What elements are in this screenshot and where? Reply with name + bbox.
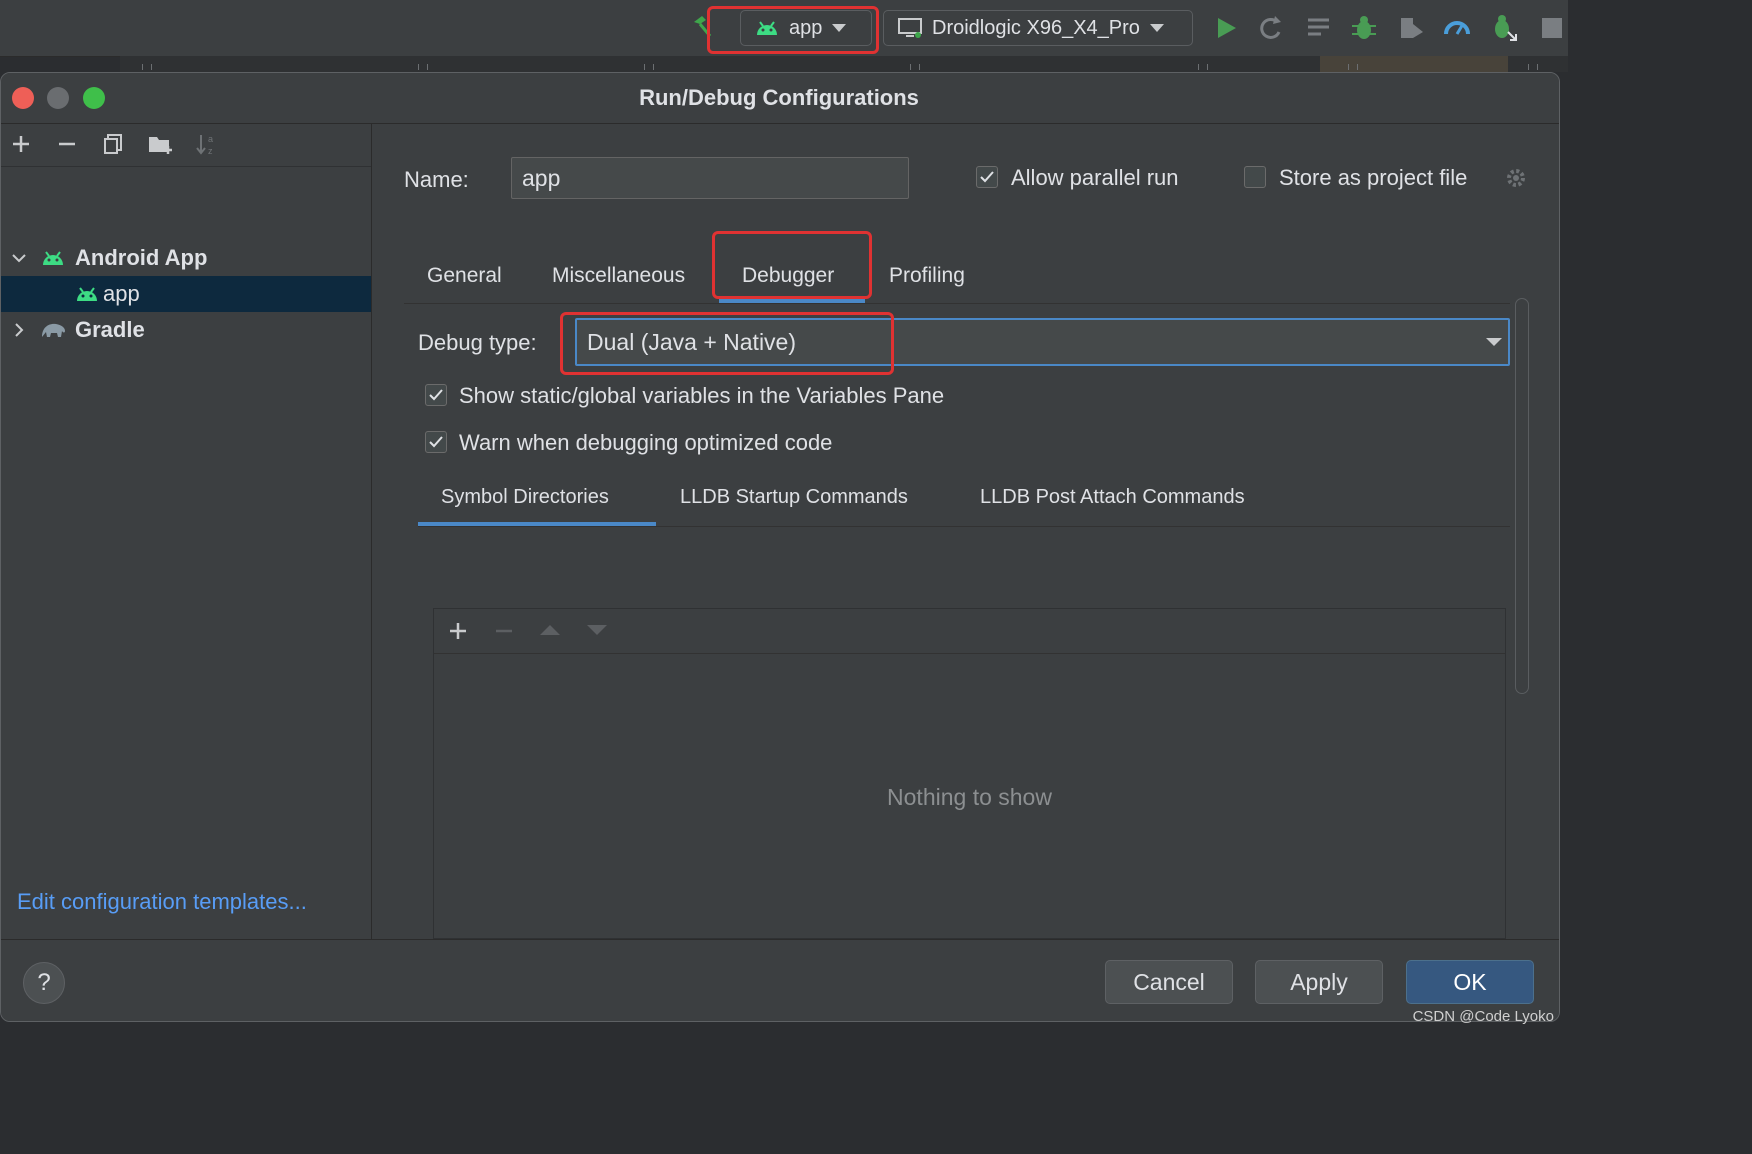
gear-icon[interactable] <box>1504 166 1528 190</box>
list-toolbar <box>434 609 1505 654</box>
vertical-scrollbar[interactable] <box>1515 298 1529 694</box>
apply-button[interactable]: Apply <box>1255 960 1383 1004</box>
svg-text:a: a <box>208 134 213 144</box>
chevron-right-icon <box>15 323 24 337</box>
debug-bug-icon[interactable] <box>1350 14 1378 42</box>
allow-parallel-run-label: Allow parallel run <box>1011 165 1179 190</box>
store-as-project-file-label: Store as project file <box>1279 165 1468 190</box>
subtab-symbol-directories[interactable]: Symbol Directories <box>441 486 609 509</box>
dialog-title: Run/Debug Configurations <box>639 85 919 110</box>
highlight-debug-type <box>560 312 894 375</box>
attach-debugger-icon[interactable] <box>1490 14 1518 42</box>
move-up-icon[interactable] <box>540 623 560 637</box>
sort-button[interactable]: az <box>193 130 221 158</box>
tabs-separator <box>404 303 1510 304</box>
device-label: Droidlogic X96_X4_Pro <box>932 16 1140 39</box>
help-button[interactable]: ? <box>23 962 65 1004</box>
checkmark-icon <box>980 171 994 183</box>
ide-background-strip <box>0 1022 1568 1033</box>
cancel-button[interactable]: Cancel <box>1105 960 1233 1004</box>
warn-optimized-code-label: Warn when debugging optimized code <box>459 430 833 455</box>
tree-group-android-app[interactable]: Android App <box>1 240 371 276</box>
checkmark-icon <box>429 436 443 448</box>
chevron-down-icon <box>12 254 26 263</box>
android-icon <box>43 251 63 265</box>
device-icon <box>898 18 922 38</box>
highlight-debugger-tab <box>712 231 872 299</box>
move-down-icon[interactable] <box>587 623 607 637</box>
tree-item-label: app <box>103 281 140 306</box>
tree-group-label: Gradle <box>75 317 145 342</box>
plus-icon <box>13 136 29 152</box>
configuration-editor-panel: Name: app Allow parallel run Store as pr… <box>372 124 1559 939</box>
minus-icon[interactable] <box>494 621 514 641</box>
sort-alpha-icon: az <box>196 134 213 156</box>
editor-ruler <box>120 56 1568 72</box>
watermark: CSDN @Code Lyoko <box>1412 1008 1554 1025</box>
apply-changes-restart-icon[interactable] <box>1257 14 1285 42</box>
subtab-lldb-startup-commands[interactable]: LLDB Startup Commands <box>680 486 908 509</box>
folder-add-icon <box>149 137 172 154</box>
edit-configuration-templates-link[interactable]: Edit configuration templates... <box>17 889 307 915</box>
plus-icon[interactable] <box>448 621 468 641</box>
add-configuration-button[interactable] <box>7 130 35 158</box>
empty-list-text: Nothing to show <box>887 784 1052 810</box>
name-label: Name: <box>404 167 469 192</box>
profiler-icon[interactable] <box>1443 14 1471 42</box>
copy-icon <box>104 134 122 154</box>
configurations-tree-panel: az Android App app Gradle Edit configura… <box>1 124 372 939</box>
chevron-down-icon <box>1149 24 1164 32</box>
copy-configuration-button[interactable] <box>99 130 127 158</box>
dialog-button-bar: ? Cancel Apply OK <box>1 939 1559 1021</box>
svg-text:z: z <box>208 146 213 156</box>
stop-icon[interactable] <box>1538 14 1566 42</box>
android-icon <box>77 287 97 301</box>
highlight-run-config <box>707 6 879 54</box>
allow-parallel-run-checkbox[interactable] <box>976 166 998 188</box>
warn-optimized-code-checkbox[interactable] <box>425 431 447 453</box>
apply-code-changes-icon[interactable] <box>1305 14 1333 42</box>
subtabs-separator <box>418 526 1510 527</box>
ok-button[interactable]: OK <box>1406 960 1534 1004</box>
symbol-directories-list[interactable]: Nothing to show <box>433 608 1506 939</box>
store-as-project-file-checkbox[interactable] <box>1244 166 1266 188</box>
new-folder-button[interactable] <box>147 130 175 158</box>
ide-toolbar: app Droidlogic X96_X4_Pro <box>0 0 1568 57</box>
debug-type-label: Debug type: <box>418 330 537 355</box>
run-debug-configurations-dialog: Run/Debug Configurations az Android App … <box>0 72 1560 1022</box>
checkmark-icon <box>429 389 443 401</box>
device-dropdown[interactable]: Droidlogic X96_X4_Pro <box>883 10 1193 46</box>
run-icon[interactable] <box>1212 14 1240 42</box>
subtab-lldb-post-attach-commands[interactable]: LLDB Post Attach Commands <box>980 486 1245 509</box>
tab-miscellaneous[interactable]: Miscellaneous <box>552 264 685 288</box>
chevron-down-icon <box>1486 338 1502 346</box>
minus-icon <box>59 142 75 146</box>
tab-general[interactable]: General <box>427 264 502 288</box>
show-static-variables-checkbox[interactable] <box>425 384 447 406</box>
tab-profiling[interactable]: Profiling <box>889 264 965 288</box>
gradle-elephant-icon <box>42 323 65 337</box>
coverage-icon[interactable] <box>1397 14 1425 42</box>
dialog-titlebar: Run/Debug Configurations <box>1 73 1559 124</box>
show-static-variables-label: Show static/global variables in the Vari… <box>459 383 945 408</box>
tree-item-app[interactable]: app <box>1 276 371 312</box>
remove-configuration-button[interactable] <box>53 130 81 158</box>
tree-group-gradle[interactable]: Gradle <box>1 312 371 348</box>
tree-toolbar: az <box>1 124 371 167</box>
name-input[interactable]: app <box>511 157 909 199</box>
tree-group-label: Android App <box>75 245 208 270</box>
